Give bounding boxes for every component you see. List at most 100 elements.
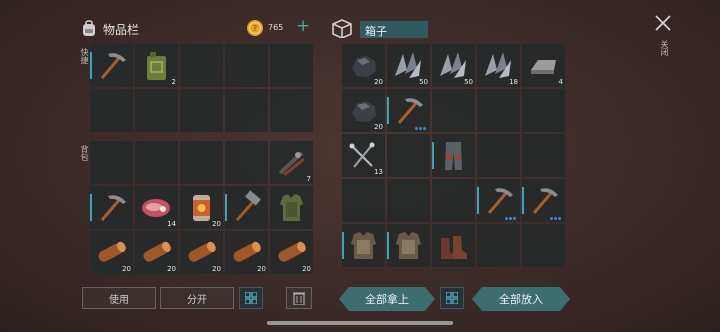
box-slot[interactable] — [477, 179, 520, 222]
quick-slot-grid: 2 — [90, 44, 313, 132]
bag-slot[interactable]: 20 — [90, 231, 133, 274]
tool-bundle-icon — [274, 145, 309, 180]
bag-slot[interactable]: 20 — [270, 231, 313, 274]
bag-slot[interactable]: 20 — [135, 231, 178, 274]
boots-icon — [436, 228, 471, 263]
take-all-button[interactable]: 全部拿上 — [339, 287, 435, 311]
coin-icon: ? — [247, 20, 263, 36]
bag-slot[interactable] — [225, 186, 268, 229]
box-slot[interactable] — [522, 134, 565, 177]
box-grid: 20 50 50 18 4 20 13 — [342, 44, 565, 267]
item-count: 20 — [257, 265, 266, 273]
bag-slot[interactable] — [90, 186, 133, 229]
box-slot[interactable] — [477, 89, 520, 132]
item-count: 20 — [374, 123, 383, 131]
box-slot[interactable] — [477, 224, 520, 267]
box-slot[interactable] — [387, 134, 430, 177]
fuel-can-icon — [139, 48, 174, 83]
quick-slot[interactable] — [270, 89, 313, 132]
box-slot[interactable]: 13 — [342, 134, 385, 177]
bag-slot[interactable]: 7 — [270, 141, 313, 184]
item-count: 2 — [171, 78, 176, 86]
close-button[interactable] — [654, 14, 676, 36]
box-slot[interactable] — [432, 224, 475, 267]
armor-chest-icon — [391, 228, 426, 263]
add-coins-button[interactable]: + — [296, 16, 310, 36]
box-slot[interactable]: 50 — [387, 44, 430, 87]
backpack-icon — [83, 20, 95, 36]
bag-grid: 7 14 20 20 20 20 20 20 — [90, 141, 313, 274]
box-slot[interactable] — [432, 179, 475, 222]
item-count: 50 — [464, 78, 473, 86]
bag-slot[interactable] — [225, 141, 268, 184]
box-slot[interactable] — [387, 224, 430, 267]
bag-slot[interactable]: 20 — [180, 231, 223, 274]
quick-slot[interactable] — [180, 89, 223, 132]
bag-slot[interactable]: 14 — [135, 186, 178, 229]
box-sort-button[interactable] — [440, 287, 464, 309]
quick-slot[interactable] — [225, 44, 268, 87]
item-count: 20 — [167, 265, 176, 273]
quick-slot[interactable]: 2 — [135, 44, 178, 87]
close-icon — [655, 15, 671, 31]
box-title: 箱子 — [365, 25, 387, 38]
pickaxe-icon — [391, 93, 426, 128]
quick-slot[interactable] — [90, 44, 133, 87]
bag-slot[interactable] — [90, 141, 133, 184]
hammer-icon — [229, 190, 264, 225]
split-button[interactable]: 分开 — [160, 287, 234, 309]
armor-vest-icon — [274, 190, 309, 225]
box-icon — [332, 19, 352, 38]
quick-slot[interactable] — [270, 44, 313, 87]
item-count: 20 — [374, 78, 383, 86]
pickaxe-icon — [94, 190, 129, 225]
box-slot[interactable] — [387, 89, 430, 132]
quick-slot[interactable] — [90, 89, 133, 132]
use-button[interactable]: 使用 — [82, 287, 156, 309]
item-count: 20 — [302, 265, 311, 273]
item-count: 4 — [558, 78, 563, 86]
quick-slot[interactable] — [225, 89, 268, 132]
quick-slot[interactable] — [180, 44, 223, 87]
pickaxe-icon — [94, 48, 129, 83]
box-slot[interactable] — [432, 89, 475, 132]
box-slot[interactable] — [522, 179, 565, 222]
quick-slot[interactable] — [135, 89, 178, 132]
bag-slot[interactable] — [270, 186, 313, 229]
home-indicator[interactable] — [267, 321, 453, 325]
box-slot[interactable]: 20 — [342, 44, 385, 87]
box-slot[interactable] — [387, 179, 430, 222]
trash-icon — [293, 292, 305, 305]
box-slot[interactable] — [342, 224, 385, 267]
put-all-button[interactable]: 全部放入 — [472, 287, 570, 311]
coin-count: 765 — [268, 23, 284, 32]
box-slot[interactable]: 4 — [522, 44, 565, 87]
box-slot[interactable] — [342, 179, 385, 222]
box-slot[interactable]: 50 — [432, 44, 475, 87]
box-slot[interactable] — [477, 134, 520, 177]
box-slot[interactable]: 20 — [342, 89, 385, 132]
box-title-field: 箱子 — [360, 21, 428, 38]
durability-dots — [415, 127, 426, 130]
durability-dots — [550, 217, 561, 220]
trash-button[interactable] — [286, 287, 312, 309]
bag-slot[interactable] — [180, 141, 223, 184]
close-label[interactable]: 关闭 — [659, 40, 670, 56]
pickaxe-icon — [481, 183, 516, 218]
item-count: 7 — [306, 175, 311, 183]
box-slot[interactable] — [522, 89, 565, 132]
grid-icon — [245, 292, 257, 304]
pickaxe-icon — [526, 183, 561, 218]
sort-grid-button[interactable] — [239, 287, 263, 309]
item-count: 14 — [167, 220, 176, 228]
bag-slot[interactable]: 20 — [225, 231, 268, 274]
inventory-title: 物品栏 — [103, 23, 140, 37]
item-count: 13 — [374, 168, 383, 176]
item-count: 20 — [212, 220, 221, 228]
box-slot[interactable] — [522, 224, 565, 267]
bag-slot[interactable]: 20 — [180, 186, 223, 229]
box-slot[interactable]: 18 — [477, 44, 520, 87]
box-slot[interactable] — [432, 134, 475, 177]
armor-chest-icon — [346, 228, 381, 263]
bag-slot[interactable] — [135, 141, 178, 184]
